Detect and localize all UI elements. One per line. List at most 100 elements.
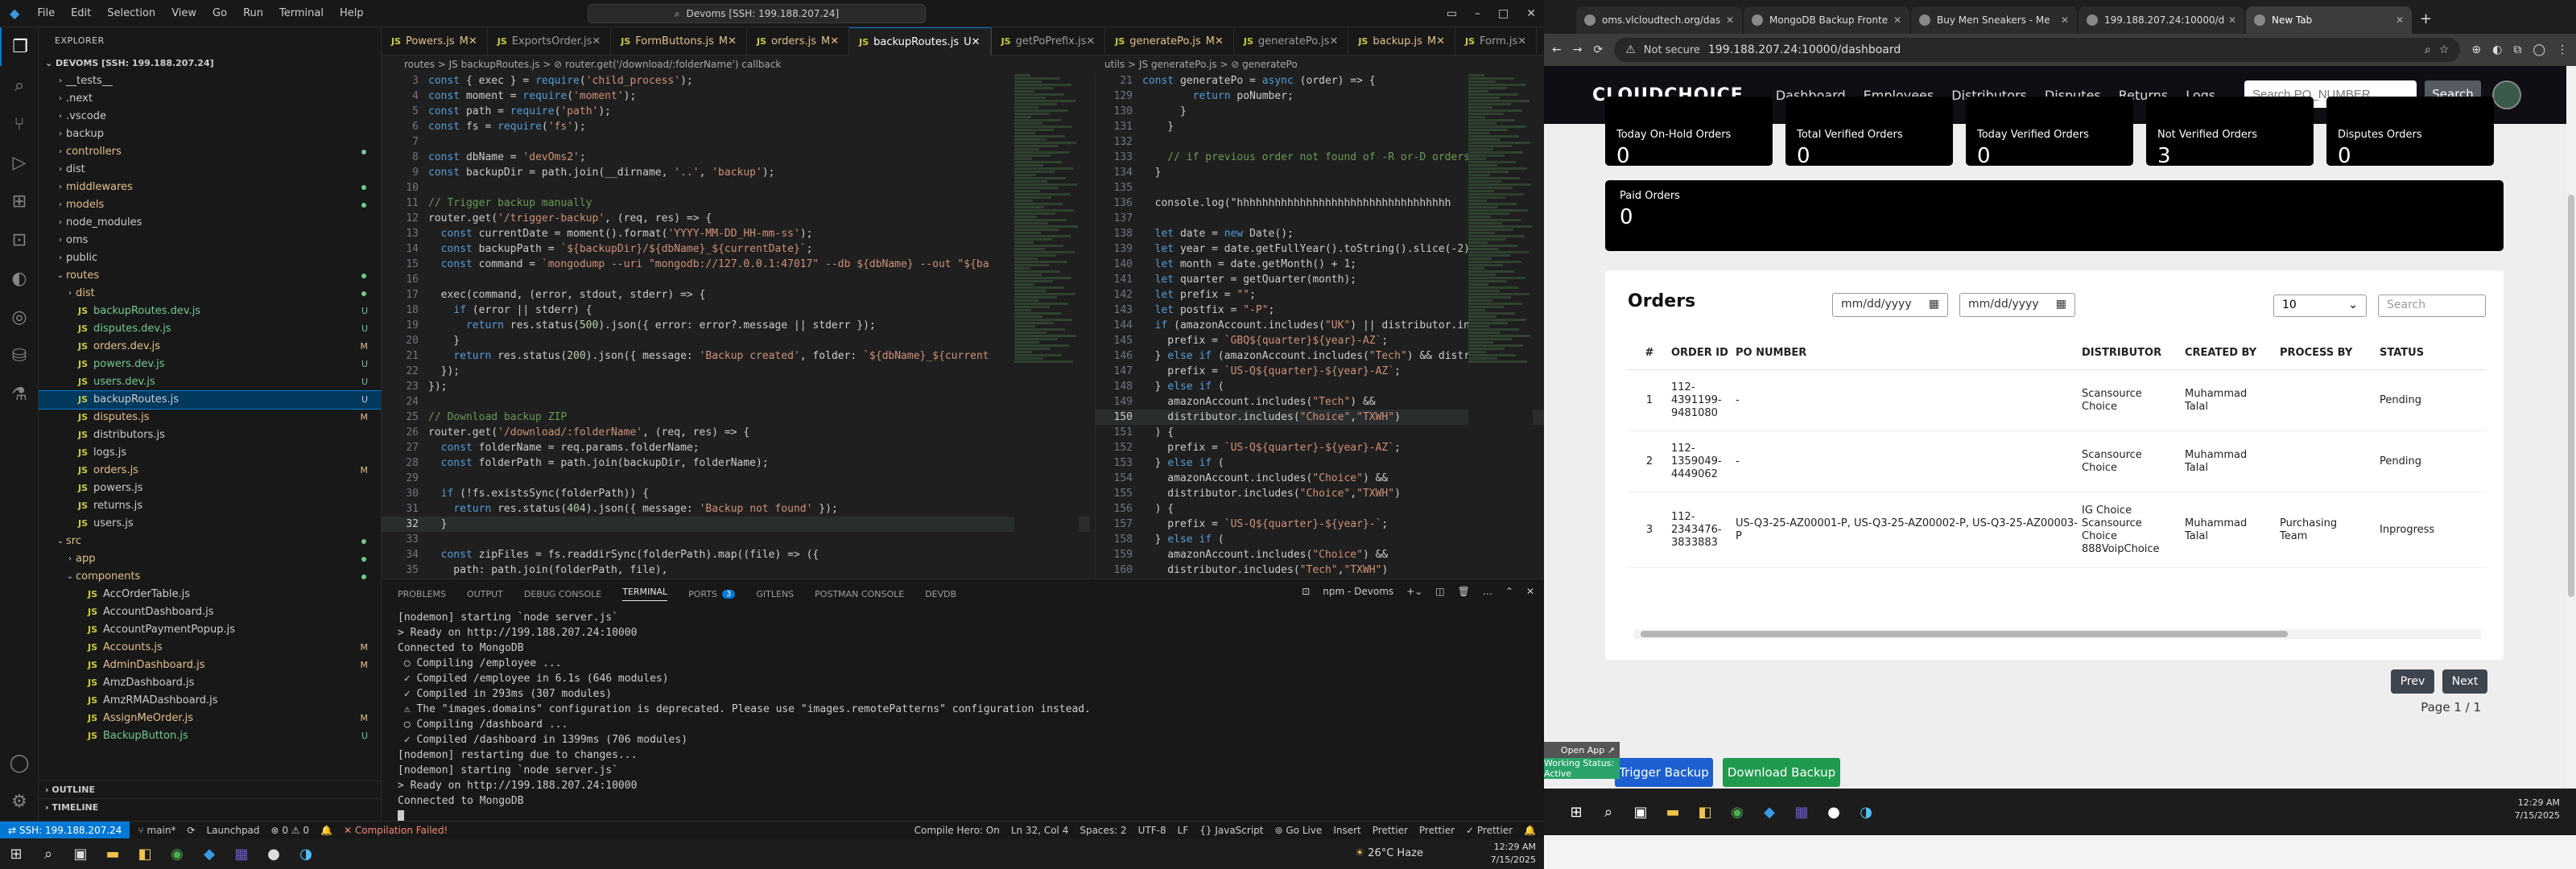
browser-tab[interactable]: MongoDB Backup Fronte ✕ <box>1744 6 1909 34</box>
system-clock[interactable]: 12:29 AM 7/15/2025 <box>1491 841 1536 867</box>
launchpad[interactable]: Launchpad <box>206 825 259 836</box>
menu-item-selection[interactable]: Selection <box>99 7 163 19</box>
close-tab-icon[interactable]: ✕ <box>1215 35 1224 47</box>
editor-tab[interactable]: JS generatePo.js ✕ <box>1234 27 1349 56</box>
tree-item[interactable]: JS AccountDashboard.js <box>39 603 381 621</box>
minimap-left[interactable] <box>1014 73 1079 579</box>
menu-item-edit[interactable]: Edit <box>63 7 99 19</box>
tree-item[interactable]: JS AccountPaymentPopup.js <box>39 621 381 639</box>
go-live[interactable]: ⊚ Go Live <box>1274 825 1322 836</box>
scroll-thumb[interactable] <box>1641 631 2288 637</box>
editor-right[interactable]: 21 const generatePo = async (order) => {1… <box>1095 73 1544 579</box>
tree-item[interactable]: › oms <box>39 232 381 249</box>
panel-tab-debug-console[interactable]: DEBUG CONSOLE <box>524 589 601 599</box>
git-branch[interactable]: ⑂ main* <box>138 825 175 836</box>
tree-item[interactable]: ⌄ src <box>39 533 381 550</box>
tree-item[interactable]: › __tests__ <box>39 72 381 90</box>
terminal-name[interactable]: npm - Devoms <box>1323 586 1393 597</box>
menu-kebab-icon[interactable]: ⋮ <box>2557 43 2568 56</box>
zoom-icon[interactable]: ⌕ <box>2425 43 2431 56</box>
split-terminal-icon[interactable]: ◫ <box>1435 586 1444 597</box>
extension-icon[interactable]: ⊕ <box>2471 43 2481 56</box>
task-view-icon[interactable]: ▣ <box>1624 797 1657 827</box>
encoding[interactable]: UTF-8 <box>1138 825 1166 836</box>
table-search-input[interactable]: Search <box>2378 294 2486 317</box>
close-tab-icon[interactable]: ✕ <box>469 35 477 47</box>
layout-icon[interactable]: ▭ <box>1447 7 1457 20</box>
tree-item[interactable]: JS powers.js <box>39 480 381 497</box>
tree-item[interactable]: JS disputes.js M <box>39 409 381 426</box>
bell-icon[interactable]: 🔔 <box>320 825 332 836</box>
panel-tab-postman-console[interactable]: POSTMAN CONSOLE <box>815 589 904 599</box>
tree-item[interactable]: JS backupRoutes.dev.js U <box>39 303 381 320</box>
explorer-icon[interactable]: ❐ <box>0 27 39 66</box>
source-control-icon[interactable]: ⑂ <box>0 105 39 143</box>
tree-item[interactable]: JS distributors.js <box>39 426 381 444</box>
eol[interactable]: LF <box>1178 825 1189 836</box>
github-icon[interactable]: ● <box>258 838 290 869</box>
editor-left[interactable]: 3 const { exec } = require('child_process… <box>382 73 1090 579</box>
maximize-panel-icon[interactable]: ⌃ <box>1505 586 1513 597</box>
tree-item[interactable]: › dist <box>39 285 381 303</box>
panel-tab-devdb[interactable]: DEVDB <box>925 589 956 599</box>
page-scroll-thumb[interactable] <box>2568 195 2574 597</box>
panel-tab-terminal[interactable]: TERMINAL <box>622 587 668 601</box>
tree-item[interactable]: ⌄ components <box>39 568 381 586</box>
editor-tab[interactable]: JS Form.js ✕ <box>1455 27 1538 56</box>
vscode-icon[interactable]: ◆ <box>1753 797 1785 827</box>
profile-icon[interactable]: ◯ <box>2533 43 2545 56</box>
problems-count[interactable]: ⊗ 0 ⚠ 0 <box>271 825 310 836</box>
tree-item[interactable]: JS users.dev.js U <box>39 373 381 391</box>
close-tab-icon[interactable]: ✕ <box>830 35 839 47</box>
browser-tab[interactable]: Buy Men Sneakers - Me ✕ <box>1911 6 2077 34</box>
indentation[interactable]: Spaces: 2 <box>1080 825 1126 836</box>
tree-item[interactable]: › backup <box>39 126 381 143</box>
account-icon[interactable]: ◯ <box>0 743 39 782</box>
back-icon[interactable]: ← <box>1552 43 1562 56</box>
date-to-input[interactable]: mm/dd/yyyy ▦ <box>1959 293 2075 317</box>
column-header[interactable]: PO NUMBER <box>1736 347 2082 359</box>
tree-item[interactable]: JS orders.js M <box>39 462 381 480</box>
remote-explorer-icon[interactable]: ⊡ <box>0 220 39 259</box>
chrome-icon[interactable]: ◉ <box>161 838 193 869</box>
prettier-3[interactable]: ✓ Prettier <box>1466 825 1513 836</box>
prev-button[interactable]: Prev <box>2391 669 2434 694</box>
insert-mode[interactable]: Insert <box>1333 825 1360 836</box>
database-icon[interactable]: ⛁ <box>0 336 39 375</box>
store-icon[interactable]: ◧ <box>129 838 161 869</box>
column-header[interactable]: CREATED BY <box>2185 347 2280 359</box>
download-backup-button[interactable]: Download Backup <box>1723 758 1840 787</box>
tree-item[interactable]: ⌄ routes <box>39 267 381 285</box>
panel-tab-gitlens[interactable]: GITLENS <box>756 589 794 599</box>
testing-icon[interactable]: ⚗ <box>0 375 39 414</box>
task-view-icon[interactable]: ▣ <box>64 838 97 869</box>
tree-item[interactable]: JS disputes.dev.js U <box>39 320 381 338</box>
windows-start-icon[interactable]: ⊞ <box>0 838 32 869</box>
tree-item[interactable]: › controllers <box>39 143 381 161</box>
tree-item[interactable]: JS logs.js <box>39 444 381 462</box>
compile-hero[interactable]: Compile Hero: On <box>914 825 1000 836</box>
search-icon[interactable]: ⌕ <box>1592 797 1624 827</box>
tree-item[interactable]: JS backupRoutes.js U <box>39 390 381 410</box>
close-tab-icon[interactable]: ✕ <box>1726 14 1734 26</box>
extensions-puzzle-icon[interactable]: ⧉ <box>2513 43 2521 56</box>
date-from-input[interactable]: mm/dd/yyyy ▦ <box>1832 293 1948 317</box>
tree-item[interactable]: › dist <box>39 161 381 179</box>
minimap-right[interactable] <box>1468 73 1533 579</box>
menu-item-terminal[interactable]: Terminal <box>271 7 332 19</box>
chrome-icon[interactable]: ◉ <box>1721 797 1753 827</box>
tree-item[interactable]: JS AccOrderTable.js <box>39 586 381 603</box>
tree-item[interactable]: › .next <box>39 90 381 108</box>
editor-tab[interactable]: JS orders.js M ✕ <box>747 27 850 56</box>
tree-item[interactable]: JS Accounts.js M <box>39 639 381 657</box>
gitlens-icon[interactable]: ◐ <box>0 259 39 298</box>
language-mode[interactable]: {} JavaScript <box>1199 825 1263 836</box>
close-tab-icon[interactable]: ✕ <box>1086 35 1095 47</box>
tree-item[interactable]: JS AmzRMADashboard.js <box>39 692 381 710</box>
table-row[interactable]: 2 112- 1359049- 4449062 - Scansource Choice… <box>1628 431 2486 492</box>
menu-item-file[interactable]: File <box>29 7 63 19</box>
working-status-badge[interactable]: Working Status: Active <box>1544 758 1620 779</box>
close-tab-icon[interactable]: ✕ <box>1436 35 1445 47</box>
tree-item[interactable]: JS powers.dev.js U <box>39 356 381 373</box>
tree-item[interactable]: › node_modules <box>39 214 381 232</box>
